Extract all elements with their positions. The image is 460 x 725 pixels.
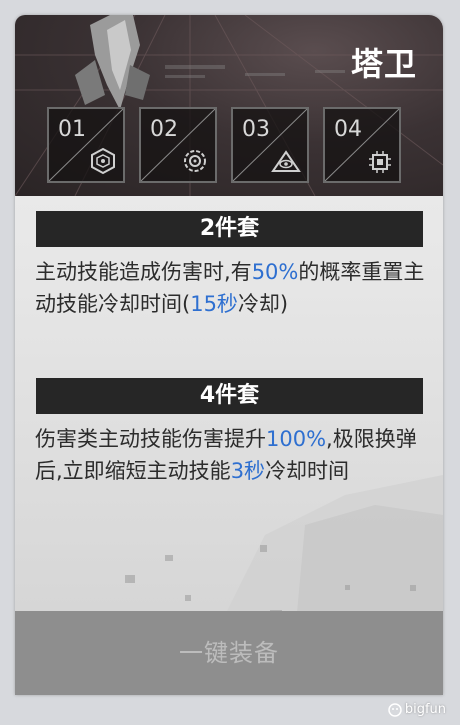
- bonus-4-piece-header: 4件套: [36, 378, 423, 414]
- set-name-title: 塔卫: [350, 45, 417, 83]
- highlight-value: 3秒: [230, 459, 266, 483]
- one-click-equip-button[interactable]: 一键装备: [15, 611, 443, 695]
- gear-slot-02[interactable]: 02: [139, 107, 217, 183]
- bonus-2-piece-header: 2件套: [36, 211, 423, 247]
- highlight-value: 100%: [266, 427, 327, 451]
- gear-set-card: 塔卫 01 02 03 04 2件套 主动技能造成伤害时,有50%的概率重置主动…: [15, 15, 443, 695]
- microchip-icon: [369, 151, 391, 173]
- gear-slot-04[interactable]: 04: [323, 107, 401, 183]
- watermark-text: bigfun: [404, 702, 446, 717]
- bonus-4-piece-description: 伤害类主动技能伤害提升100%,极限换弹后,立即缩短主动技能3秒冷却时间: [35, 423, 430, 487]
- description-text: 伤害类主动技能伤害提升: [35, 427, 266, 451]
- gear-slot-03[interactable]: 03: [231, 107, 309, 183]
- hexagon-gear-icon: [91, 147, 115, 175]
- set-header-banner: 塔卫 01 02 03 04: [15, 15, 443, 196]
- description-text: 冷却): [237, 292, 289, 316]
- circular-gear-icon: [184, 150, 206, 172]
- gear-slot-01[interactable]: 01: [47, 107, 125, 183]
- slot-number: 01: [58, 117, 86, 142]
- gear-slot-row: 01 02 03 04: [47, 107, 401, 183]
- description-text: 主动技能造成伤害时,有: [35, 260, 252, 284]
- highlight-value: 50%: [251, 260, 299, 284]
- slot-number: 04: [334, 117, 362, 142]
- slot-number: 02: [150, 117, 178, 142]
- mech-silhouette: [75, 15, 150, 110]
- highlight-value: 15秒: [190, 292, 238, 316]
- description-text: 冷却时间: [265, 459, 350, 483]
- slot-number: 03: [242, 117, 270, 142]
- bonus-2-piece-description: 主动技能造成伤害时,有50%的概率重置主动技能冷却时间(15秒冷却): [35, 256, 430, 320]
- bigfun-watermark: bigfun: [388, 702, 446, 717]
- bigfun-logo-icon: [388, 702, 402, 717]
- eye-triangle-icon: [271, 150, 301, 172]
